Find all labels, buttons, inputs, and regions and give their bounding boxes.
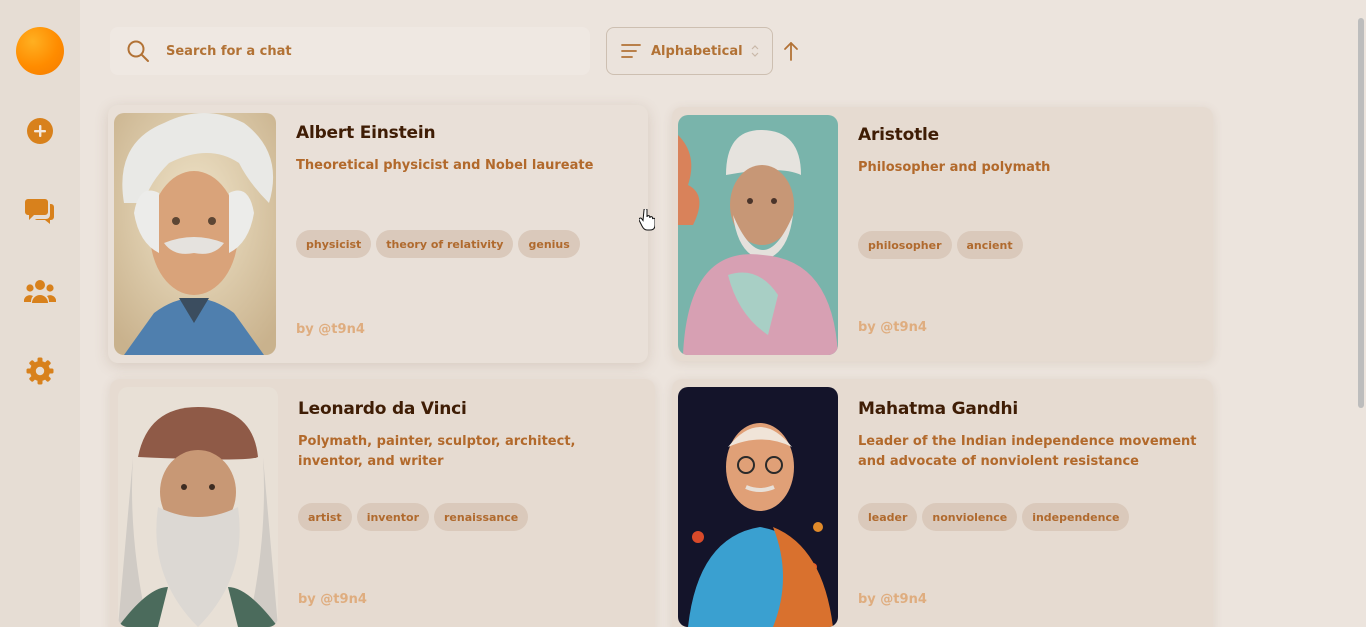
settings-button[interactable] [20,351,60,391]
card-body: Mahatma Gandhi Leader of the Indian inde… [858,399,1203,472]
character-portrait [678,387,838,627]
arrow-up-icon [784,42,798,61]
tag[interactable]: renaissance [434,503,529,531]
tag[interactable]: ancient [956,231,1023,259]
character-description: Leader of the Indian independence moveme… [858,434,1197,469]
tag[interactable]: theory of relativity [376,230,514,258]
tag[interactable]: independence [1022,503,1130,531]
scroll-thumb[interactable] [1358,18,1364,408]
people-group-icon [24,280,56,303]
main-content: Alphabetical [80,0,1356,627]
search-input[interactable] [166,43,566,59]
character-description: Theoretical physicist and Nobel laureate [296,158,594,173]
tag-list: artist inventor renaissance [298,503,529,531]
app: Alphabetical [0,0,1366,627]
characters-button[interactable] [20,271,60,311]
character-name: Albert Einstein [296,123,436,143]
character-name: Leonardo da Vinci [298,399,467,419]
character-portrait [118,387,278,627]
character-description: Philosopher and polymath [858,160,1051,175]
tag[interactable]: inventor [356,503,429,531]
chats-button[interactable] [20,191,60,231]
character-portrait [678,115,838,355]
character-description: Polymath, painter, sculptor, architect, … [298,434,576,469]
character-name: Mahatma Gandhi [858,399,1019,419]
tag[interactable]: genius [518,230,580,258]
tag[interactable]: artist [298,503,352,531]
user-avatar[interactable] [16,27,64,75]
plus-circle-icon [27,118,53,144]
hand-cursor-icon [639,209,655,231]
character-name: Aristotle [858,125,939,145]
tag[interactable]: leader [858,503,918,531]
character-card[interactable]: Aristotle Philosopher and polymath philo… [672,107,1213,361]
character-author: by @t9n4 [858,592,927,607]
new-chat-button[interactable] [20,111,60,151]
tag[interactable]: physicist [296,230,372,258]
character-card[interactable]: Leonardo da Vinci Polymath, painter, scu… [110,379,655,627]
sidebar [0,0,80,627]
sort-lines-icon [621,44,641,58]
card-body: Aristotle Philosopher and polymath [858,125,1203,178]
tag-list: physicist theory of relativity genius [296,230,580,258]
character-portrait [114,113,276,355]
chat-bubbles-icon [25,199,54,224]
sort-label: Alphabetical [651,43,743,59]
tag-list: philosopher ancient [858,231,1023,259]
gear-icon [26,357,54,385]
search-icon [127,40,149,62]
tag[interactable]: philosopher [858,231,952,259]
character-card[interactable]: Albert Einstein Theoretical physicist an… [108,105,648,363]
character-author: by @t9n4 [298,592,367,607]
sort-dropdown[interactable]: Alphabetical [606,27,773,75]
chevron-up-down-icon [751,45,759,57]
search-bar[interactable] [110,27,590,75]
scrollbar[interactable] [1356,0,1366,627]
sort-direction-button[interactable] [780,38,802,64]
character-card[interactable]: Mahatma Gandhi Leader of the Indian inde… [672,379,1213,627]
tag[interactable]: nonviolence [922,503,1018,531]
card-body: Leonardo da Vinci Polymath, painter, scu… [298,399,643,472]
card-body: Albert Einstein Theoretical physicist an… [296,123,641,176]
tag-list: leader nonviolence independence [858,503,1130,531]
character-author: by @t9n4 [296,322,365,337]
character-author: by @t9n4 [858,320,927,335]
